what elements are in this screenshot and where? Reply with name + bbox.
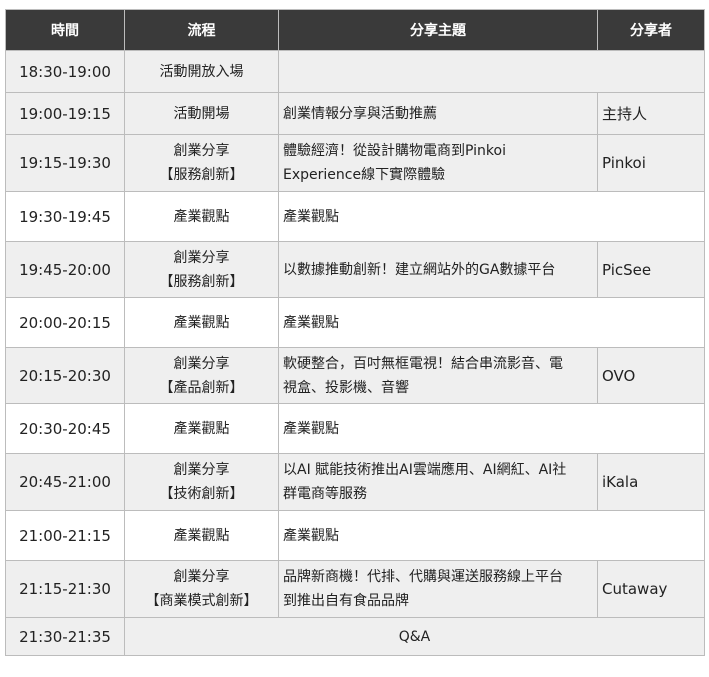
topic-cell: 軟硬整合，百吋無框電視！結合串流影音、電 視盒、投影機、音響: [278, 347, 598, 404]
topic-cell-line: 視盒、投影機、音響: [283, 379, 409, 396]
header-flow: 流程: [124, 9, 279, 51]
topic-cell: 產業觀點: [278, 403, 705, 454]
topic-cell: 產業觀點: [278, 297, 705, 348]
flow-cell-line: 創業分享: [173, 249, 230, 266]
flow-cell: 活動開場: [124, 92, 279, 135]
flow-cell-line: 產業觀點: [173, 527, 230, 544]
time-cell: 19:00-19:15: [5, 92, 125, 135]
time-cell: 18:30-19:00: [5, 50, 125, 93]
table-row: 20:30-20:45 產業觀點 產業觀點: [5, 403, 705, 454]
table-row: 20:15-20:30 創業分享 【產品創新】 軟硬整合，百吋無框電視！結合串流影音、…: [5, 347, 705, 404]
flow-cell: 產業觀點: [124, 403, 279, 454]
flow-cell: 創業分享【服務創新】: [124, 134, 279, 192]
table-row: 20:45-21:00 創業分享 【技術創新】 以AI 賦能技術推出AI雲端應用、AI…: [5, 453, 705, 511]
flow-cell-line: 創業分享: [173, 143, 230, 159]
topic-cell: 以數據推動創新！建立網站外的GA數據平台: [278, 241, 598, 298]
time-cell: 19:45-20:00: [5, 241, 125, 298]
topic-cell-line: Experience線下實際體驗: [283, 167, 446, 183]
topic-cell: 產業觀點: [278, 510, 705, 561]
time-cell: 20:15-20:30: [5, 347, 125, 404]
flow-cell-line: 活動開放入場: [159, 63, 244, 80]
flow-cell-line: 產業觀點: [173, 314, 230, 331]
topic-cell-line: 以AI 賦能技術推出AI雲端應用、AI網紅、AI社: [283, 462, 567, 478]
header-topic: 分享主題: [278, 9, 598, 51]
header-speaker: 分享者: [597, 9, 705, 51]
topic-cell-line: 到推出自有食品品牌: [283, 593, 409, 609]
speaker-cell: PicSee: [597, 241, 705, 298]
topic-cell-line: 體驗經濟！從設計購物電商到Pinkoi: [283, 143, 506, 159]
flow-cell-line: 活動開場: [173, 105, 230, 122]
topic-cell: 產業觀點: [278, 191, 705, 242]
flow-cell: 創業分享【產品創新】: [124, 347, 279, 404]
topic-cell: 品牌新商機！代排、代購與運送服務線上平台 到推出自有食品品牌: [278, 560, 598, 618]
schedule-table: 時間 流程 分享主題 分享者 18:30-19:00 活動開放入場 19:00-19…: [5, 9, 705, 656]
speaker-cell: 主持人: [597, 92, 705, 135]
time-cell: 20:00-20:15: [5, 297, 125, 348]
table-row: 19:45-20:00 創業分享 【服務創新】 以數據推動創新！建立網站外的GA數據平…: [5, 241, 705, 298]
topic-cell-line: 以數據推動創新！建立網站外的GA數據平台: [283, 261, 556, 278]
flow-cell: 創業分享【商業模式創新】: [124, 560, 279, 618]
topic-cell: 以AI 賦能技術推出AI雲端應用、AI網紅、AI社 群電商等服務: [278, 453, 598, 511]
flow-cell: Q&A: [124, 617, 705, 656]
empty-merged-cell: [278, 50, 705, 93]
speaker-cell: iKala: [597, 453, 705, 511]
speaker-cell: Cutaway: [597, 560, 705, 618]
flow-cell-line: 產業觀點: [173, 420, 230, 437]
flow-cell: 產業觀點: [124, 510, 279, 561]
topic-cell-line: 創業情報分享與活動推薦: [283, 105, 437, 122]
time-cell: 19:30-19:45: [5, 191, 125, 242]
flow-cell-line: 【商業模式創新】: [145, 593, 258, 609]
topic-cell-line: 品牌新商機！代排、代購與運送服務線上平台: [283, 569, 563, 585]
speaker-cell: OVO: [597, 347, 705, 404]
topic-cell: 創業情報分享與活動推薦: [278, 92, 598, 135]
table-row: 19:30-19:45 產業觀點 產業觀點: [5, 191, 705, 242]
flow-cell: 產業觀點: [124, 191, 279, 242]
time-cell: 21:30-21:35: [5, 617, 125, 656]
time-cell: 20:45-21:00: [5, 453, 125, 511]
flow-cell-line: 【服務創新】: [159, 167, 244, 183]
header-time: 時間: [5, 9, 125, 51]
table-row: 21:15-21:30 創業分享 【商業模式創新】 品牌新商機！代排、代購與運送服務線…: [5, 560, 705, 618]
speaker-cell: Pinkoi: [597, 134, 705, 192]
flow-cell: 創業分享【技術創新】: [124, 453, 279, 511]
time-cell: 19:15-19:30: [5, 134, 125, 192]
flow-cell-line: 創業分享: [173, 462, 230, 478]
time-cell: 20:30-20:45: [5, 403, 125, 454]
flow-cell: 產業觀點: [124, 297, 279, 348]
topic-cell-line: 產業觀點: [283, 208, 339, 225]
topic-cell-line: 軟硬整合，百吋無框電視！結合串流影音、電: [283, 355, 563, 372]
table-row: 20:00-20:15 產業觀點 產業觀點: [5, 297, 705, 348]
flow-cell: 創業分享【服務創新】: [124, 241, 279, 298]
flow-cell-line: 【技術創新】: [159, 486, 244, 502]
time-cell: 21:15-21:30: [5, 560, 125, 618]
header-row: 時間 流程 分享主題 分享者: [5, 9, 705, 51]
time-cell: 21:00-21:15: [5, 510, 125, 561]
table-row: 19:15-19:30 創業分享 【服務創新】 體驗經濟！從設計購物電商到Pinkoi…: [5, 134, 705, 192]
topic-cell-line: 產業觀點: [283, 420, 339, 437]
flow-cell-line: 產業觀點: [173, 208, 230, 225]
topic-cell-line: 群電商等服務: [283, 486, 367, 502]
schedule-body: 18:30-19:00 活動開放入場 19:00-19:15 活動開場 創業情報分享與活…: [5, 50, 705, 656]
topic-cell-line: 產業觀點: [283, 527, 339, 544]
topic-cell-line: 產業觀點: [283, 314, 339, 331]
flow-cell: 活動開放入場: [124, 50, 279, 93]
flow-cell-line: Q&A: [398, 628, 431, 645]
flow-cell-line: 創業分享: [173, 569, 230, 585]
table-row: 18:30-19:00 活動開放入場: [5, 50, 705, 93]
flow-cell-line: 【產品創新】: [159, 379, 244, 396]
table-row: 19:00-19:15 活動開場 創業情報分享與活動推薦 主持人: [5, 92, 705, 135]
flow-cell-line: 【服務創新】: [159, 273, 244, 290]
flow-cell-line: 創業分享: [173, 355, 230, 372]
table-row: 21:00-21:15 產業觀點 產業觀點: [5, 510, 705, 561]
table-row: 21:30-21:35 Q&A: [5, 617, 705, 656]
topic-cell: 體驗經濟！從設計購物電商到Pinkoi Experience線下實際體驗: [278, 134, 598, 192]
